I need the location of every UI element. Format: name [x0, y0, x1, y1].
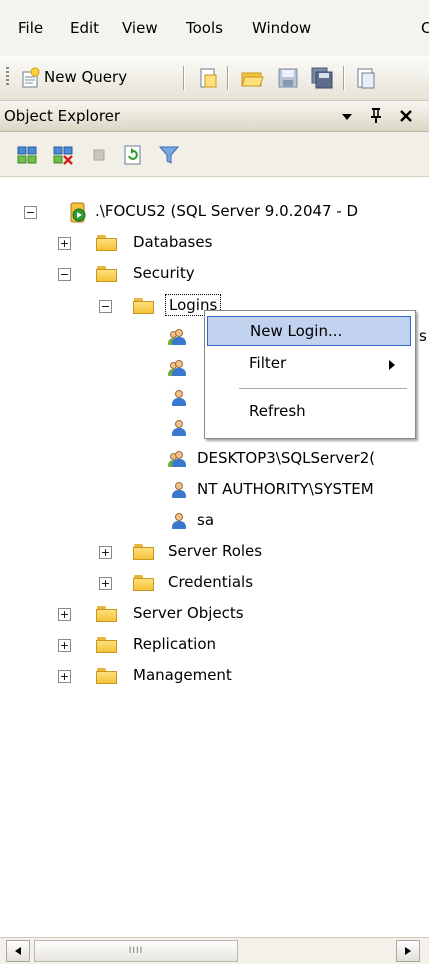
tree-label: Server Roles — [168, 542, 263, 560]
menu-tools[interactable]: Tools — [186, 19, 223, 37]
collapse-icon[interactable]: − — [99, 300, 112, 313]
scrollbar-grip: IIII — [128, 946, 144, 956]
new-query-icon — [22, 67, 40, 88]
stop-icon[interactable] — [90, 146, 108, 164]
menu-item-new-login[interactable]: New Login... — [207, 316, 411, 346]
refresh-icon[interactable] — [122, 144, 144, 166]
object-explorer-tree: − .\FOCUS2 (SQL Server 9.0.2047 - D + Da… — [0, 177, 429, 937]
tree-label: sa — [197, 511, 215, 529]
expand-icon[interactable]: + — [58, 608, 71, 621]
menu-community-partial[interactable]: C — [421, 19, 429, 37]
toolbar-separator — [183, 66, 185, 90]
menu-item-label: New Login... — [250, 322, 343, 340]
menu-item-label: Filter — [249, 354, 287, 372]
user-login-icon — [170, 389, 188, 407]
object-explorer-title-bar: Object Explorer — [0, 101, 429, 132]
folder-icon — [133, 575, 154, 591]
folder-icon — [96, 266, 117, 282]
tree-label: Credentials — [168, 573, 254, 591]
menu-item-refresh[interactable]: Refresh — [207, 397, 411, 427]
new-query-label: New Query — [44, 68, 128, 86]
menu-bar: File Edit View Tools Window C — [0, 0, 429, 56]
new-file-icon[interactable] — [196, 66, 220, 90]
menu-item-label: Refresh — [249, 402, 306, 420]
arrow-right-icon — [405, 947, 411, 955]
menu-file[interactable]: File — [18, 19, 43, 37]
tree-node-databases[interactable]: + Databases — [0, 229, 429, 259]
auto-hide-pin-icon[interactable] — [369, 107, 383, 125]
folder-icon — [96, 637, 117, 653]
server-icon — [70, 202, 86, 223]
user-login-icon — [170, 419, 188, 437]
expand-icon[interactable]: + — [99, 577, 112, 590]
toolbar-separator — [227, 66, 229, 90]
group-login-icon — [168, 359, 188, 377]
menu-view[interactable]: View — [122, 19, 158, 37]
open-folder-icon[interactable] — [240, 66, 264, 90]
scroll-left-button[interactable] — [6, 940, 30, 962]
toolbar-separator — [343, 66, 345, 90]
tree-label: s — [419, 327, 427, 345]
tree-label: Databases — [133, 233, 213, 251]
user-login-icon — [170, 481, 188, 499]
scrollbar-thumb[interactable]: IIII — [34, 940, 238, 962]
scroll-right-button[interactable] — [396, 940, 420, 962]
close-icon[interactable] — [398, 108, 414, 124]
activity-monitor-icon[interactable] — [354, 66, 378, 90]
folder-icon — [96, 235, 117, 251]
tree-node-login-desktop[interactable]: DESKTOP3\SQLServer2( — [0, 445, 429, 475]
tree-node-security[interactable]: − Security — [0, 260, 429, 290]
horizontal-scrollbar[interactable]: IIII — [0, 937, 429, 964]
tree-node-server-roles[interactable]: + Server Roles — [0, 538, 429, 568]
window-position-icon[interactable] — [340, 109, 354, 123]
tree-node-server-objects[interactable]: + Server Objects — [0, 600, 429, 630]
group-login-icon — [168, 328, 188, 346]
tree-label: NT AUTHORITY\SYSTEM — [197, 480, 374, 498]
group-login-icon — [168, 450, 188, 468]
submenu-arrow-icon — [389, 360, 395, 370]
expand-icon[interactable]: + — [58, 639, 71, 652]
user-login-icon — [170, 512, 188, 530]
tree-node-management[interactable]: + Management — [0, 662, 429, 692]
menu-window[interactable]: Window — [252, 19, 311, 37]
tree-node-login-nt-authority[interactable]: NT AUTHORITY\SYSTEM — [0, 476, 429, 506]
toolbar-grip[interactable] — [6, 67, 9, 87]
tree-label: DESKTOP3\SQLServer2( — [197, 449, 376, 467]
tree-node-replication[interactable]: + Replication — [0, 631, 429, 661]
menu-separator — [239, 388, 407, 389]
new-query-button[interactable]: New Query — [16, 64, 176, 92]
arrow-left-icon — [15, 947, 21, 955]
tree-label: Management — [133, 666, 232, 684]
save-all-icon[interactable] — [310, 66, 334, 90]
tree-node-server[interactable]: − .\FOCUS2 (SQL Server 9.0.2047 - D — [0, 198, 429, 228]
folder-icon — [133, 544, 154, 560]
expand-icon[interactable]: + — [58, 670, 71, 683]
context-menu: New Login... Filter Refresh — [204, 310, 416, 439]
expand-icon[interactable]: + — [58, 237, 71, 250]
tree-node-login-sa[interactable]: sa — [0, 507, 429, 537]
tree-label: Server Objects — [133, 604, 244, 622]
save-icon[interactable] — [276, 66, 300, 90]
object-explorer-toolbar — [0, 132, 429, 177]
collapse-icon[interactable]: − — [24, 206, 37, 219]
object-explorer-title: Object Explorer — [4, 107, 121, 125]
connect-icon[interactable] — [16, 144, 38, 166]
tree-label: Replication — [133, 635, 217, 653]
folder-icon — [96, 668, 117, 684]
folder-icon — [133, 298, 154, 314]
menu-item-filter[interactable]: Filter — [207, 349, 411, 379]
server-label: .\FOCUS2 (SQL Server 9.0.2047 - D — [95, 202, 359, 220]
folder-icon — [96, 606, 117, 622]
expand-icon[interactable]: + — [99, 546, 112, 559]
filter-icon[interactable] — [158, 144, 180, 166]
disconnect-icon[interactable] — [52, 144, 74, 166]
collapse-icon[interactable]: − — [58, 268, 71, 281]
tree-node-credentials[interactable]: + Credentials — [0, 569, 429, 599]
tree-label: Security — [133, 264, 195, 282]
menu-edit[interactable]: Edit — [70, 19, 99, 37]
standard-toolbar: New Query — [0, 56, 429, 101]
